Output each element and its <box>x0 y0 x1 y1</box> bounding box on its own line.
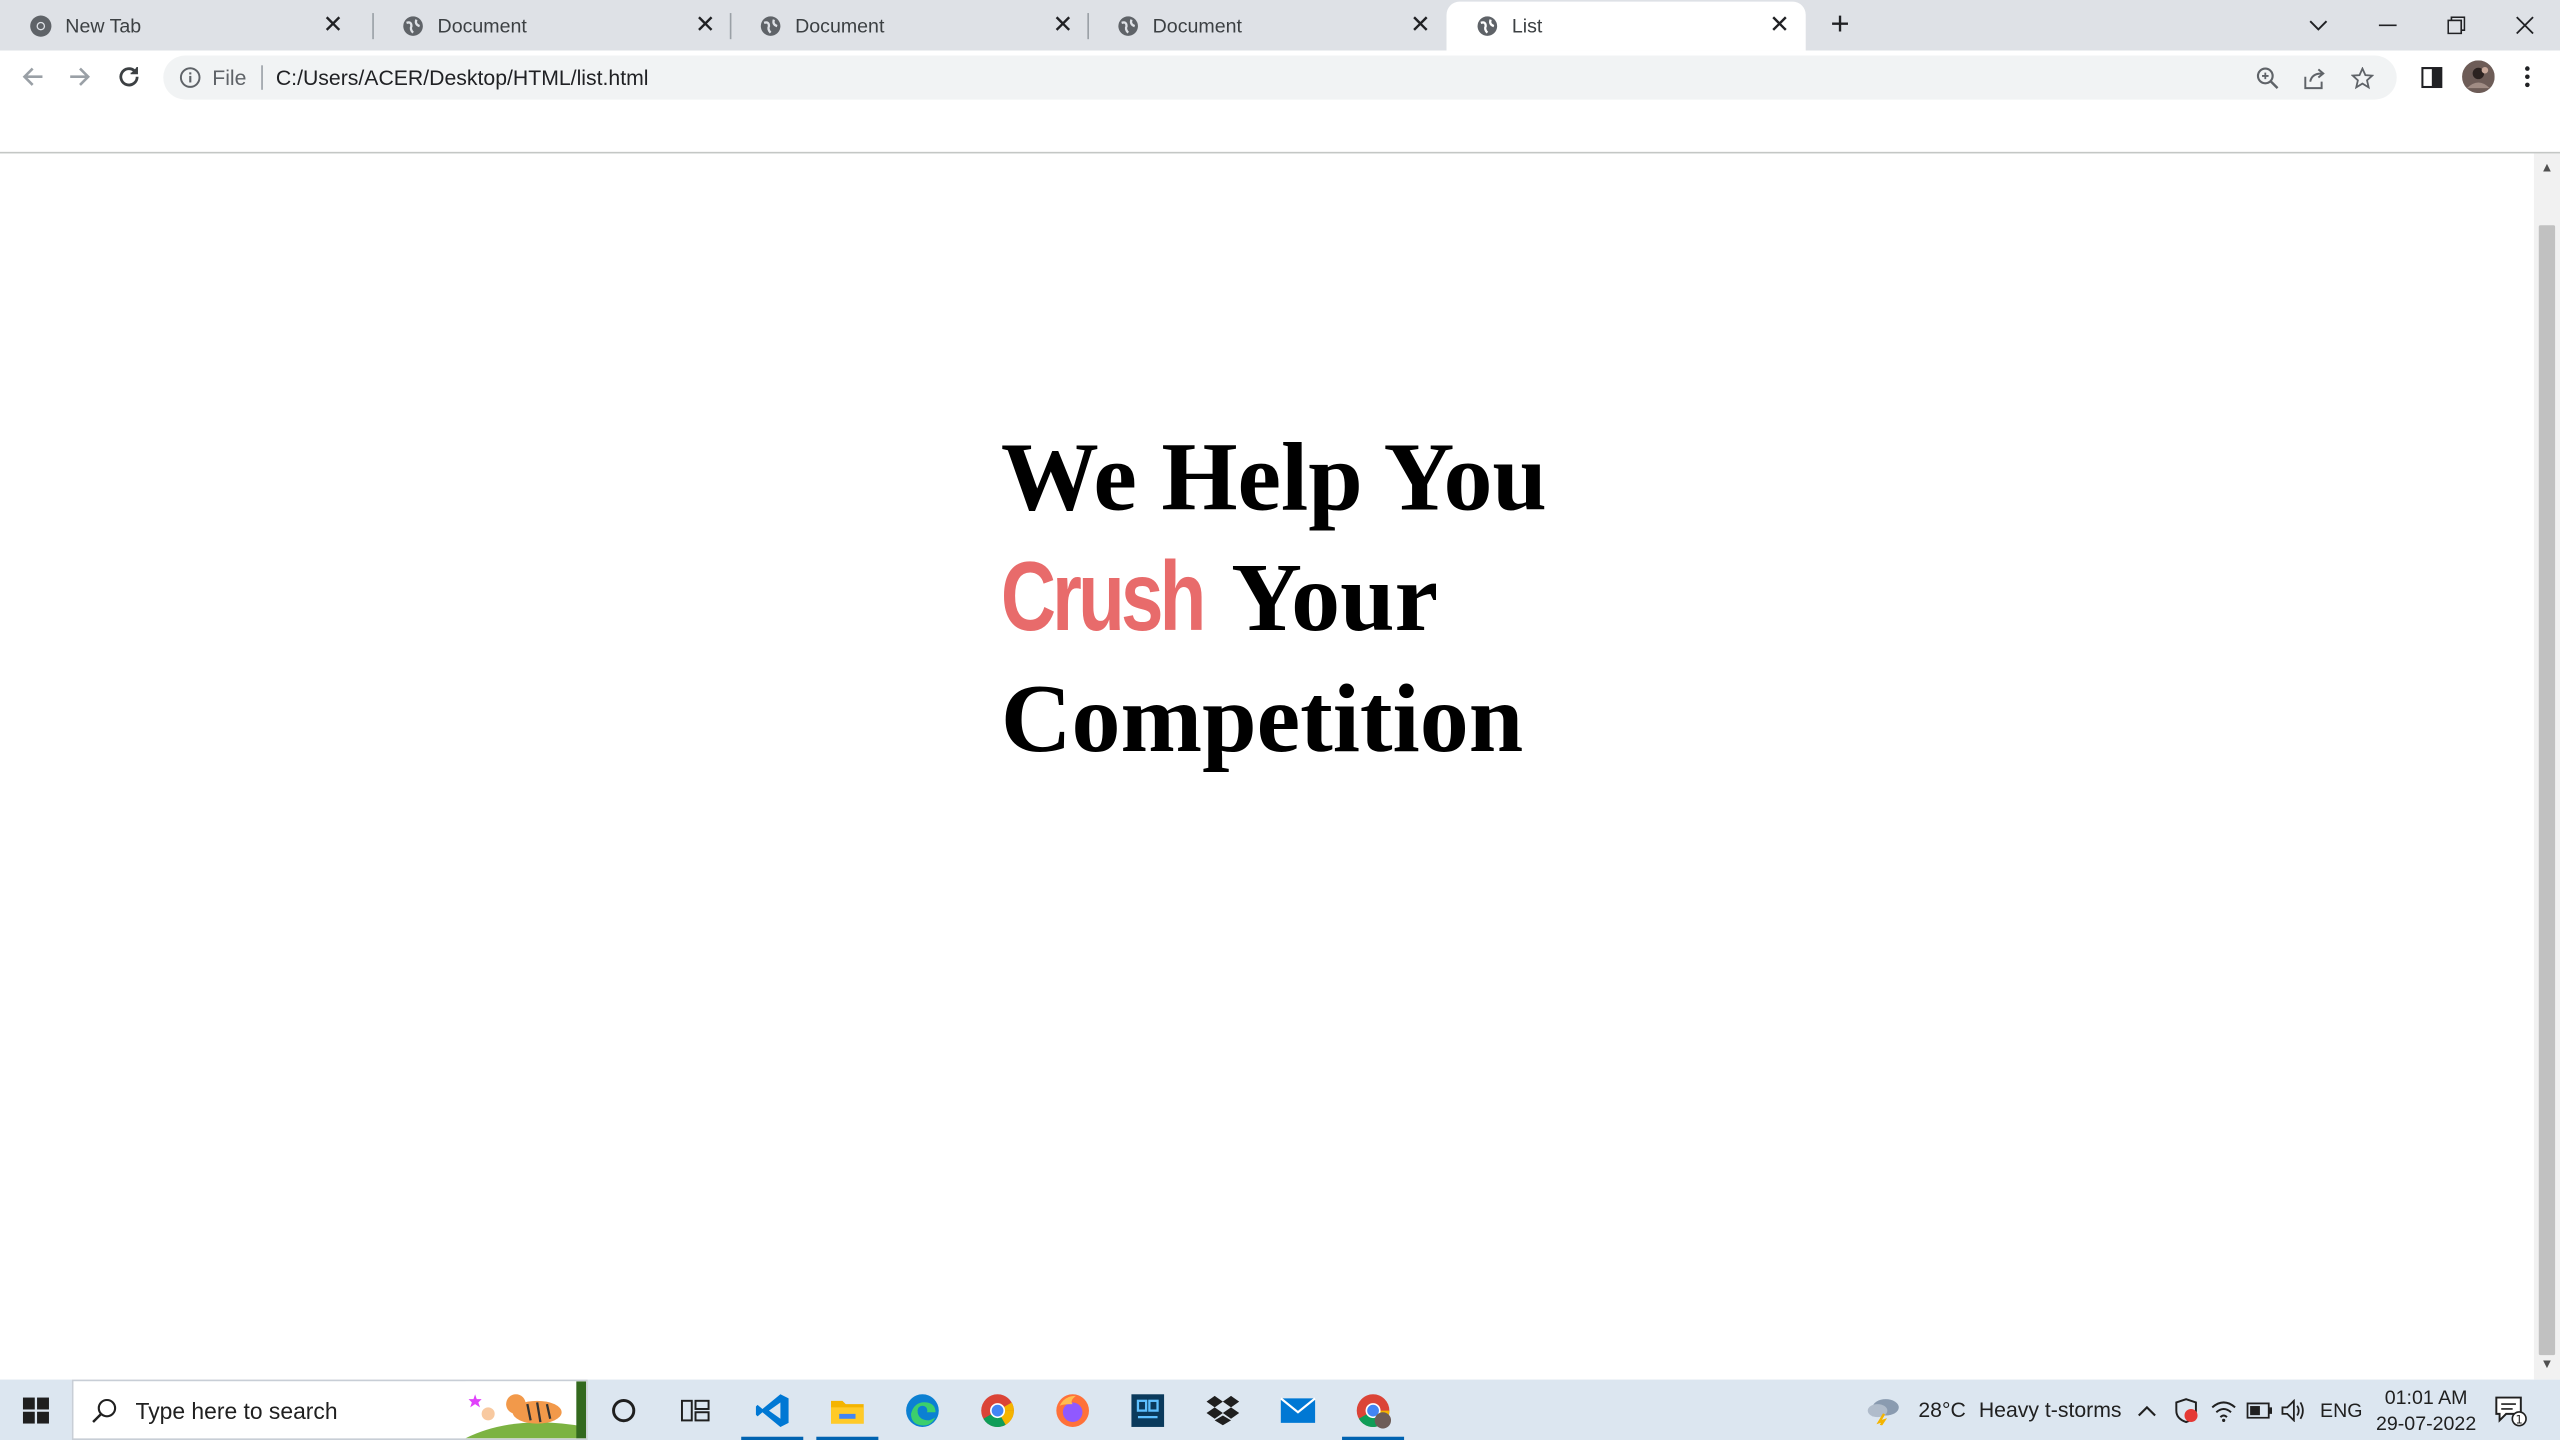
firefox-icon[interactable] <box>1035 1380 1110 1440</box>
battery-icon[interactable] <box>2246 1380 2273 1440</box>
tab-strip: New Tab ✕ Document ✕ Document ✕ Document <box>0 0 2560 51</box>
tab-document-3[interactable]: Document ✕ <box>1087 0 1446 51</box>
task-view-icon[interactable] <box>658 1380 733 1440</box>
security-alert-icon[interactable] <box>2173 1380 2199 1440</box>
tab-label: Document <box>437 13 527 37</box>
volume-icon[interactable] <box>2281 1380 2307 1440</box>
vertical-scrollbar[interactable]: ▲ ▼ <box>2533 153 2560 1380</box>
search-highlight-illustration <box>465 1381 587 1439</box>
windows-taskbar: Type here to search 28°C Heavy t-storms … <box>0 1379 2560 1440</box>
notification-count: 1 <box>2516 1412 2523 1426</box>
taskbar-clock[interactable]: 01:01 AM 29-07-2022 <box>2367 1384 2485 1436</box>
show-hidden-icons-chevron[interactable] <box>2137 1380 2157 1440</box>
heading-your: Your <box>1210 543 1439 652</box>
reload-icon <box>119 66 139 87</box>
back-button[interactable] <box>13 57 52 96</box>
arrow-left-icon <box>22 67 43 86</box>
close-tab-icon[interactable]: ✕ <box>692 11 718 38</box>
bookmark-star-icon[interactable] <box>2349 64 2375 90</box>
clock-time: 01:01 AM <box>2384 1386 2468 1409</box>
share-icon[interactable] <box>2302 64 2328 90</box>
search-placeholder: Type here to search <box>135 1396 338 1423</box>
weather-widget[interactable]: 28°C Heavy t-storms <box>1866 1380 2122 1440</box>
tab-document-1[interactable]: Document ✕ <box>372 0 731 51</box>
tab-label: New Tab <box>65 13 142 37</box>
search-icon <box>90 1395 119 1424</box>
cortana-icon[interactable] <box>586 1380 661 1440</box>
globe-icon <box>759 14 782 37</box>
url-scheme-label: File <box>212 65 247 90</box>
wifi-icon[interactable] <box>2211 1380 2237 1440</box>
weather-temperature: 28°C <box>1918 1397 1966 1423</box>
url-text[interactable]: C:/Users/ACER/Desktop/HTML/list.html <box>276 65 2255 89</box>
heading-line-2: Crush Your <box>1001 537 1547 658</box>
zoom-icon[interactable] <box>2255 64 2281 90</box>
forward-button[interactable] <box>60 57 99 96</box>
windows-logo-icon <box>22 1396 49 1423</box>
menu-kebab-icon[interactable] <box>2508 57 2547 96</box>
restore-icon[interactable] <box>2421 0 2490 51</box>
file-explorer-icon[interactable] <box>810 1380 885 1440</box>
taskbar-search-box[interactable]: Type here to search <box>71 1379 588 1440</box>
edge-icon[interactable] <box>885 1380 960 1440</box>
close-window-icon[interactable] <box>2490 0 2559 51</box>
tab-new-tab[interactable]: New Tab ✕ <box>0 0 359 51</box>
dropbox-icon[interactable] <box>1185 1380 1260 1440</box>
chrome-icon[interactable] <box>960 1380 1035 1440</box>
tab-label: Document <box>795 13 885 37</box>
minimize-icon[interactable] <box>2353 0 2422 51</box>
side-panel-icon[interactable] <box>2411 57 2450 96</box>
vscode-icon[interactable] <box>735 1380 810 1440</box>
browser-toolbar: File C:/Users/ACER/Desktop/HTML/list.htm… <box>0 50 2560 103</box>
tab-document-2[interactable]: Document ✕ <box>730 0 1089 51</box>
scroll-down-arrow[interactable]: ▼ <box>2534 1353 2560 1376</box>
mail-icon[interactable] <box>1260 1380 1335 1440</box>
address-separator <box>261 65 263 90</box>
windows-start-button[interactable] <box>0 1380 72 1440</box>
address-bar[interactable]: File C:/Users/ACER/Desktop/HTML/list.htm… <box>163 55 2397 100</box>
heading-line-3: Competition <box>1000 664 1524 773</box>
reload-button[interactable] <box>109 57 148 96</box>
arrow-right-icon <box>70 67 91 86</box>
heading-line-1: We Help You <box>1000 422 1547 531</box>
close-tab-icon[interactable]: ✕ <box>1407 11 1433 38</box>
avatar[interactable] <box>2459 57 2498 96</box>
tab-search-icon[interactable] <box>2284 0 2353 51</box>
new-tab-button[interactable]: + <box>1822 7 1858 43</box>
chrome-icon <box>29 14 52 37</box>
chrome-profile-icon[interactable] <box>1336 1380 1411 1440</box>
close-tab-icon[interactable]: ✕ <box>320 11 346 38</box>
tab-list[interactable]: List ✕ <box>1446 1 1806 51</box>
scroll-thumb[interactable] <box>2538 225 2556 1356</box>
weather-description: Heavy t-storms <box>1978 1397 2122 1423</box>
close-tab-icon[interactable]: ✕ <box>1767 12 1793 39</box>
info-icon[interactable] <box>178 66 201 89</box>
tab-label: List <box>1511 14 1543 38</box>
clock-date: 29-07-2022 <box>2375 1412 2477 1436</box>
notification-center-icon[interactable]: 1 <box>2495 1380 2528 1440</box>
terminal-icon[interactable] <box>1110 1380 1185 1440</box>
globe-icon <box>402 14 425 37</box>
bookmarks-bar <box>0 102 2560 154</box>
close-tab-icon[interactable]: ✕ <box>1050 11 1076 38</box>
language-indicator[interactable]: ENG <box>2320 1380 2362 1440</box>
crush-highlight: Crush <box>1000 542 1206 652</box>
hero-heading: We Help You Crush Your Competition <box>1001 416 1547 778</box>
tab-label: Document <box>1152 13 1242 37</box>
storm-cloud-icon <box>1866 1395 1902 1425</box>
globe-icon <box>1117 14 1140 37</box>
scroll-up-arrow[interactable]: ▲ <box>2534 157 2560 180</box>
globe-icon <box>1476 15 1499 38</box>
